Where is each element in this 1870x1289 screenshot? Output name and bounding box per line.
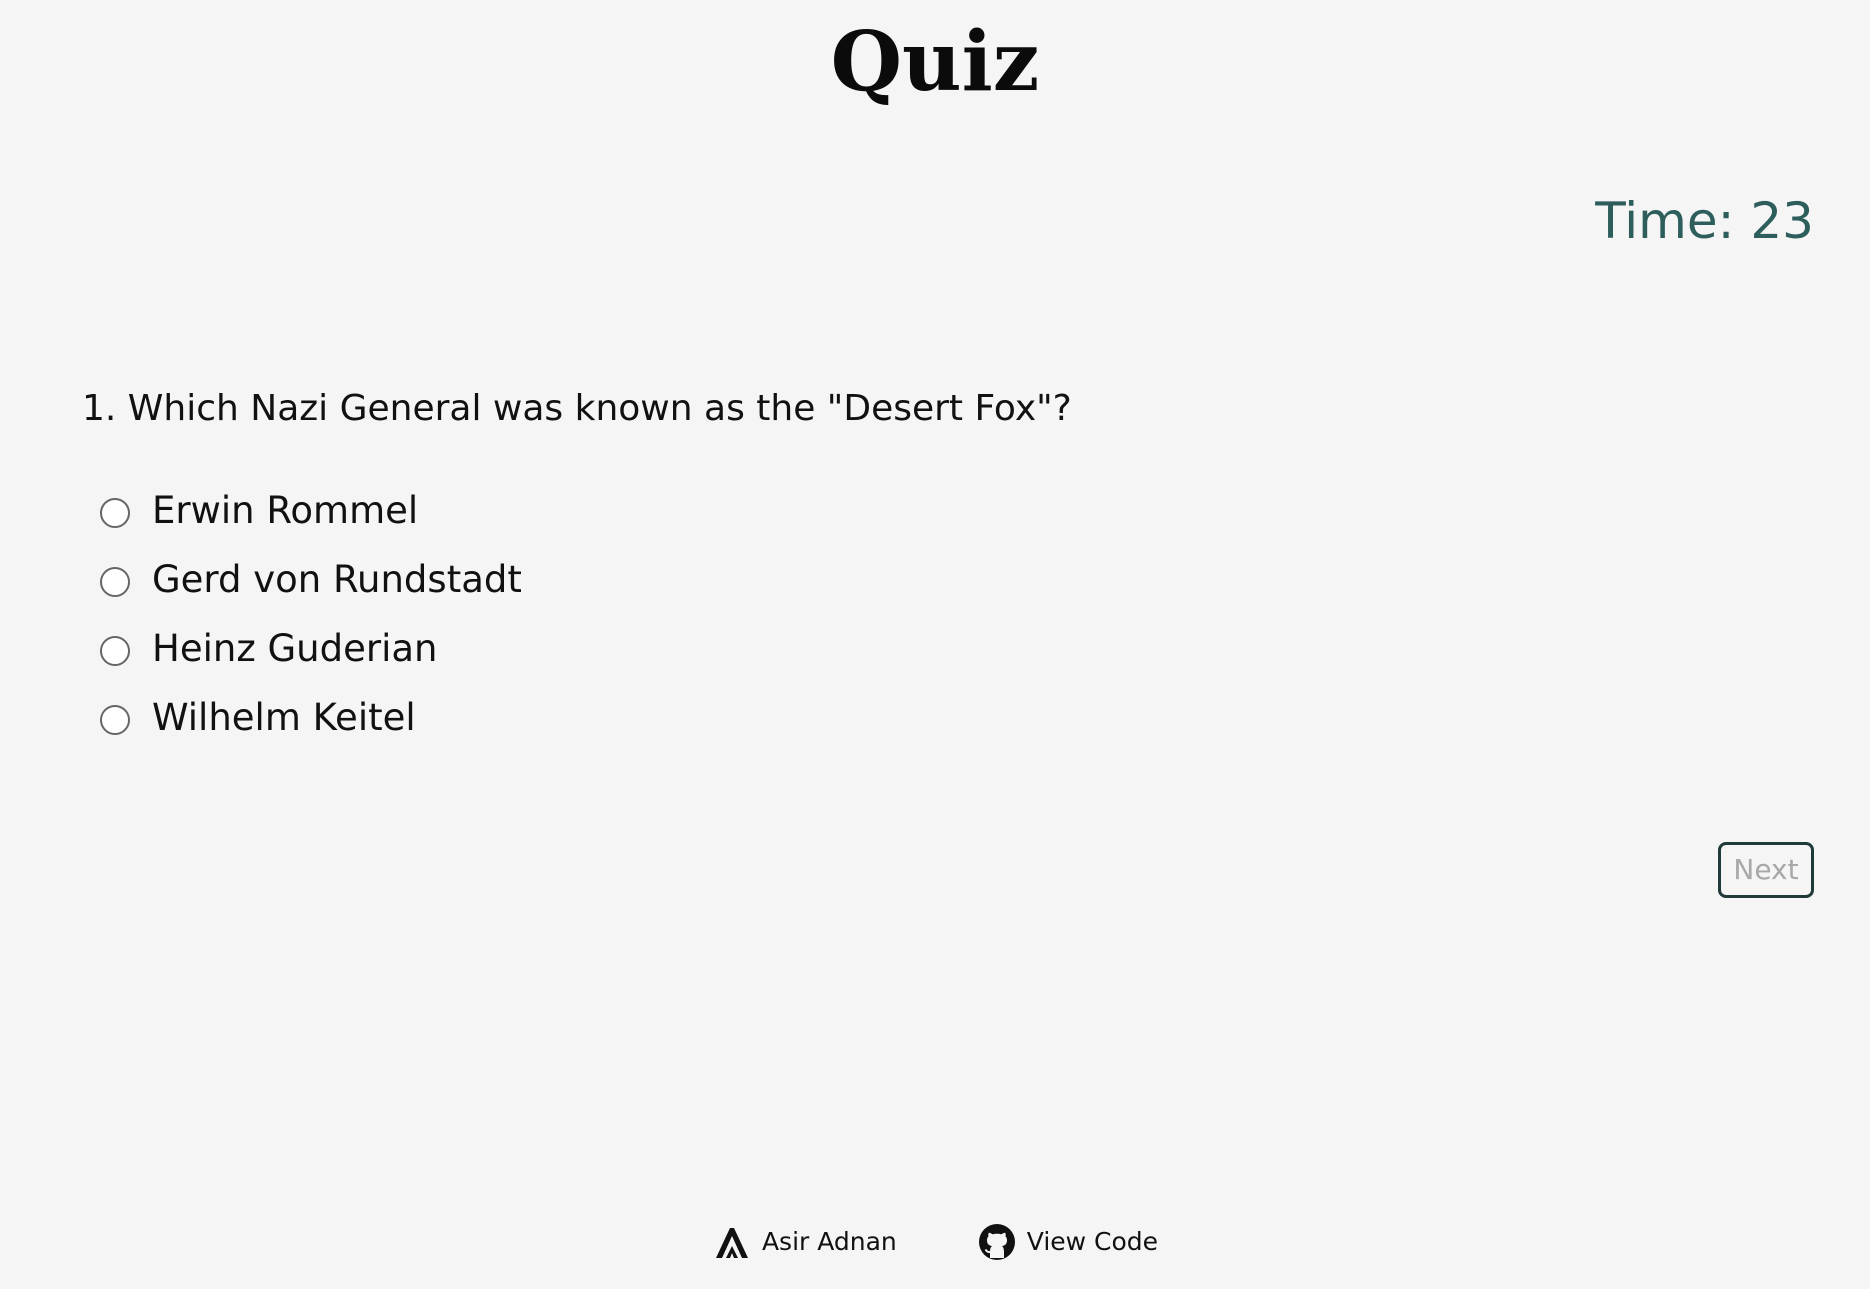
answer-option-heinz-guderian[interactable]: Heinz Guderian xyxy=(100,614,522,683)
timer-display: Time: 23 xyxy=(1595,192,1814,250)
answer-option-label[interactable]: Heinz Guderian xyxy=(152,624,438,674)
answer-option-label[interactable]: Gerd von Rundstadt xyxy=(152,555,522,605)
answer-options: Erwin Rommel Gerd von Rundstadt Heinz Gu… xyxy=(100,476,522,752)
footer: Asir Adnan View Code xyxy=(0,1222,1870,1262)
radio-button[interactable] xyxy=(100,566,130,597)
radio-button[interactable] xyxy=(100,497,130,528)
page-title: Quiz xyxy=(830,14,1040,110)
answer-option-erwin-rommel[interactable]: Erwin Rommel xyxy=(100,476,522,545)
answer-option-label[interactable]: Erwin Rommel xyxy=(152,486,418,536)
author-link-label[interactable]: Asir Adnan xyxy=(762,1222,897,1262)
question-text: 1. Which Nazi General was known as the "… xyxy=(82,388,1072,429)
next-button[interactable]: Next xyxy=(1718,842,1814,898)
answer-option-label[interactable]: Wilhelm Keitel xyxy=(152,693,416,743)
logo-a-icon xyxy=(712,1222,752,1262)
view-code-link-label[interactable]: View Code xyxy=(1027,1222,1158,1262)
author-link[interactable]: Asir Adnan xyxy=(712,1222,897,1262)
answer-option-gerd-von-rundstadt[interactable]: Gerd von Rundstadt xyxy=(100,545,522,614)
github-icon xyxy=(977,1222,1017,1262)
answer-option-wilhelm-keitel[interactable]: Wilhelm Keitel xyxy=(100,683,522,752)
radio-button[interactable] xyxy=(100,635,130,666)
view-code-link[interactable]: View Code xyxy=(977,1222,1158,1262)
radio-button[interactable] xyxy=(100,704,130,735)
